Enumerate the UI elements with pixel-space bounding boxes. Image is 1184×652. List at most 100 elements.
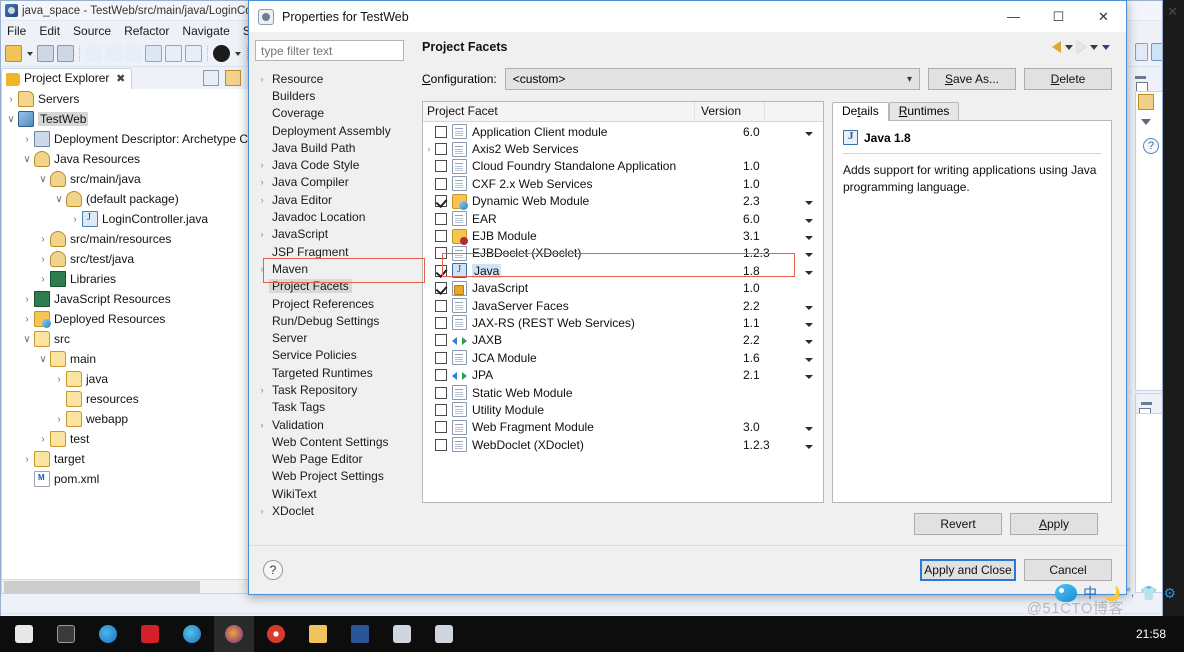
start-button[interactable]: [4, 616, 44, 652]
chevron-down-icon[interactable]: [1138, 113, 1154, 129]
facet-table-rows[interactable]: Application Client module 6.0 › Axis2 Web S…: [423, 122, 823, 502]
facet-checkbox[interactable]: [435, 438, 447, 451]
version-dropdown-icon[interactable]: [805, 264, 823, 278]
chevron-right-icon[interactable]: ›: [52, 374, 66, 385]
debug-icon[interactable]: [85, 44, 102, 62]
paragraph-icon[interactable]: [185, 44, 202, 62]
run-icon[interactable]: [105, 44, 122, 62]
gear-icon[interactable]: ⚙: [1163, 585, 1176, 602]
facet-checkbox[interactable]: [435, 230, 447, 243]
facet-row-jaxb[interactable]: JAXB 2.2: [423, 332, 823, 349]
facet-checkbox[interactable]: [435, 143, 447, 156]
menu-file[interactable]: File: [7, 24, 26, 38]
profile-icon[interactable]: [213, 44, 230, 62]
version-dropdown-icon[interactable]: [805, 438, 823, 452]
version-dropdown-icon[interactable]: [805, 125, 823, 139]
tree-item-libraries[interactable]: › Libraries: [2, 269, 288, 289]
facet-row-ejbdoclet-xdoclet[interactable]: EJBDoclet (XDoclet) 1.2.3: [423, 245, 823, 262]
facet-row-jpa[interactable]: JPA 2.1: [423, 366, 823, 383]
configuration-combo[interactable]: <custom> ▾: [504, 68, 920, 90]
taskbar-item-word[interactable]: [340, 616, 380, 652]
taskbar-clock[interactable]: 21:58: [1136, 627, 1184, 641]
properties-page-javadoc-location[interactable]: Javadoc Location: [255, 208, 411, 225]
help-icon[interactable]: ?: [1143, 138, 1159, 154]
properties-page-tree[interactable]: › Resource Builders Coverage Deployment Asse…: [255, 70, 411, 535]
column-header-project-facet[interactable]: Project Facet: [423, 102, 695, 121]
moon-icon[interactable]: 🌙: [1103, 585, 1120, 602]
tree-item-src-main-java[interactable]: ∨ src/main/java: [2, 169, 288, 189]
taskbar-item-explorer[interactable]: [298, 616, 338, 652]
properties-page-web-content-settings[interactable]: Web Content Settings: [255, 433, 411, 450]
back-history-dropdown-icon[interactable]: [1065, 44, 1073, 50]
version-dropdown-icon[interactable]: [805, 229, 823, 243]
chevron-down-icon[interactable]: ∨: [20, 154, 34, 165]
facet-row-jca-module[interactable]: JCA Module 1.6: [423, 349, 823, 366]
facet-row-webdoclet-xdoclet[interactable]: WebDoclet (XDoclet) 1.2.3: [423, 436, 823, 453]
back-arrow-icon[interactable]: [1052, 41, 1061, 53]
chevron-right-icon[interactable]: ›: [36, 234, 50, 245]
facet-row-jax-rs-rest-web-services[interactable]: JAX-RS (REST Web Services) 1.1: [423, 314, 823, 331]
chevron-right-icon[interactable]: ›: [423, 144, 435, 154]
facet-checkbox[interactable]: [435, 125, 447, 138]
facet-row-javascript[interactable]: JavaScript 1.0: [423, 280, 823, 297]
project-explorer-tree[interactable]: › Servers ∨ TestWeb › Deployment Descriptor: …: [1, 89, 289, 594]
facet-row-ear[interactable]: EAR 6.0: [423, 210, 823, 227]
save-as-button[interactable]: Save As...: [928, 68, 1016, 90]
scrollbar-thumb[interactable]: [4, 580, 200, 593]
facet-row-javaserver-faces[interactable]: JavaServer Faces 2.2: [423, 297, 823, 314]
link-with-editor-icon[interactable]: [225, 70, 241, 86]
properties-page-wikitext[interactable]: WikiText: [255, 485, 411, 502]
java-ee-perspective-icon[interactable]: [1151, 43, 1162, 61]
maximize-button[interactable]: ☐: [1036, 1, 1081, 32]
open-perspective-icon[interactable]: [1135, 43, 1148, 61]
tree-item-servers[interactable]: › Servers: [2, 89, 288, 109]
system-close-icon[interactable]: ✕: [1167, 4, 1178, 20]
chevron-down-icon[interactable]: ∨: [36, 354, 50, 365]
outline-view-icon[interactable]: [1138, 94, 1154, 110]
chevron-right-icon[interactable]: ›: [255, 420, 269, 430]
minimize-icon[interactable]: [1141, 402, 1152, 405]
skin-icon[interactable]: 👕: [1140, 585, 1157, 602]
apply-button[interactable]: Apply: [1010, 513, 1098, 535]
version-dropdown-icon[interactable]: [805, 420, 823, 434]
tree-item-logincontroller-java[interactable]: › LoginController.java: [2, 209, 288, 229]
details-tab-bar[interactable]: Details Runtimes: [832, 101, 1112, 121]
menu-edit[interactable]: Edit: [39, 24, 60, 38]
windows-taskbar[interactable]: 21:58: [0, 616, 1184, 652]
editor-tab-strip[interactable]: [1133, 68, 1162, 93]
outline-panel-toolbar[interactable]: [1135, 393, 1162, 419]
taskbar-item-app2[interactable]: [424, 616, 464, 652]
properties-page-maven[interactable]: › Maven: [255, 260, 411, 277]
apply-and-close-button[interactable]: Apply and Close: [920, 559, 1016, 581]
tree-item-src-test-java[interactable]: › src/test/java: [2, 249, 288, 269]
taskbar-item-flash[interactable]: [130, 616, 170, 652]
tree-item-deployment-descriptor-archetype-crea[interactable]: › Deployment Descriptor: Archetype Crea: [2, 129, 288, 149]
properties-page-task-tags[interactable]: Task Tags: [255, 399, 411, 416]
filter-input[interactable]: [255, 40, 404, 61]
properties-page-java-build-path[interactable]: Java Build Path: [255, 139, 411, 156]
version-dropdown-icon[interactable]: [805, 368, 823, 382]
facet-row-dynamic-web-module[interactable]: Dynamic Web Module 2.3: [423, 193, 823, 210]
properties-page-java-compiler[interactable]: › Java Compiler: [255, 174, 411, 191]
minimize-button[interactable]: —: [991, 1, 1036, 32]
facet-checkbox[interactable]: [435, 369, 447, 382]
collapse-all-icon[interactable]: [203, 70, 219, 86]
facet-row-axis2-web-services[interactable]: › Axis2 Web Services: [423, 140, 823, 157]
tree-item-target[interactable]: › target: [2, 449, 288, 469]
new-wizard-dropdown-icon[interactable]: [25, 45, 34, 61]
new-package-icon[interactable]: [165, 44, 182, 62]
version-dropdown-icon[interactable]: [805, 194, 823, 208]
menu-refactor[interactable]: Refactor: [124, 24, 169, 38]
perspective-switcher[interactable]: [1135, 38, 1162, 66]
facet-row-cloud-foundry-standalone-application[interactable]: Cloud Foundry Standalone Application 1.0: [423, 158, 823, 175]
chevron-right-icon[interactable]: ›: [255, 264, 269, 274]
external-tools-icon[interactable]: [125, 44, 142, 62]
version-dropdown-icon[interactable]: [805, 351, 823, 365]
version-dropdown-icon[interactable]: [805, 316, 823, 330]
explorer-horizontal-scrollbar[interactable]: ›: [2, 579, 288, 593]
chevron-right-icon[interactable]: ›: [20, 454, 34, 465]
facet-row-utility-module[interactable]: Utility Module: [423, 401, 823, 418]
page-menu-icon[interactable]: [1102, 44, 1110, 50]
close-icon[interactable]: ✖: [116, 72, 125, 85]
tree-item-resources[interactable]: resources: [2, 389, 288, 409]
